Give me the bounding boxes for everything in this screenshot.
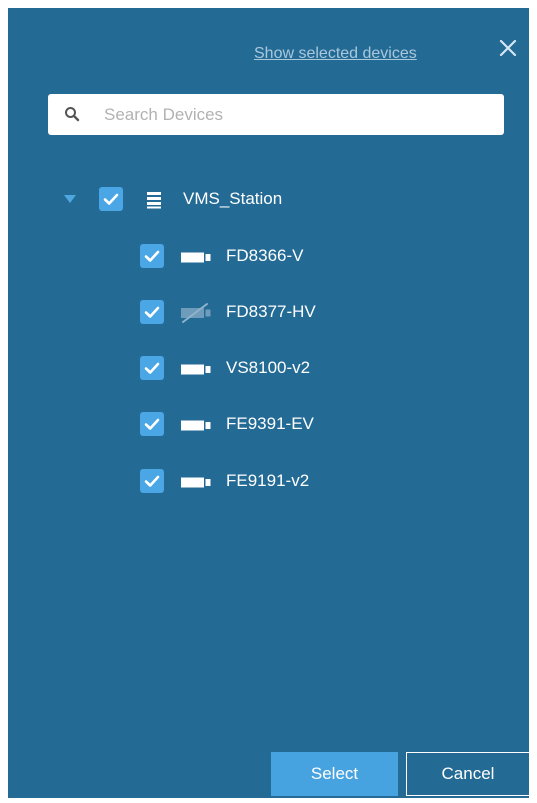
device-checkbox[interactable] bbox=[140, 244, 164, 268]
device-row[interactable]: VS8100-v2 bbox=[0, 355, 537, 381]
camera-disconnected-icon bbox=[181, 302, 213, 329]
show-selected-devices-link[interactable]: Show selected devices bbox=[254, 45, 417, 63]
check-icon bbox=[144, 475, 160, 487]
device-label[interactable]: FD8366-V bbox=[226, 244, 303, 268]
device-label[interactable]: FE9191-v2 bbox=[226, 469, 309, 493]
device-checkbox[interactable] bbox=[140, 300, 164, 324]
device-checkbox[interactable] bbox=[140, 356, 164, 380]
root-checkbox[interactable] bbox=[99, 187, 123, 211]
check-icon bbox=[144, 306, 160, 318]
check-icon bbox=[144, 250, 160, 262]
check-icon bbox=[144, 362, 160, 374]
camera-icon bbox=[181, 363, 213, 381]
device-label[interactable]: FD8377-HV bbox=[226, 300, 316, 324]
search-box bbox=[48, 94, 504, 135]
device-row[interactable]: FD8377-HV bbox=[0, 299, 537, 325]
select-button[interactable]: Select bbox=[271, 752, 398, 796]
camera-icon bbox=[181, 476, 213, 494]
camera-icon bbox=[181, 419, 213, 437]
expand-arrow-icon[interactable] bbox=[64, 195, 76, 203]
search-icon bbox=[64, 106, 80, 122]
check-icon bbox=[103, 193, 119, 205]
device-checkbox[interactable] bbox=[140, 412, 164, 436]
close-icon[interactable] bbox=[496, 36, 520, 60]
server-icon bbox=[146, 191, 162, 214]
device-checkbox[interactable] bbox=[140, 469, 164, 493]
device-row[interactable]: FE9391-EV bbox=[0, 411, 537, 437]
camera-icon bbox=[181, 251, 213, 269]
search-input[interactable] bbox=[104, 94, 484, 135]
check-icon bbox=[144, 418, 160, 430]
device-row[interactable]: FE9191-v2 bbox=[0, 468, 537, 494]
device-row[interactable]: FD8366-V bbox=[0, 243, 537, 269]
tree-root-row[interactable]: VMS_Station bbox=[0, 186, 537, 212]
root-label[interactable]: VMS_Station bbox=[183, 187, 282, 211]
device-label[interactable]: VS8100-v2 bbox=[226, 356, 310, 380]
cancel-button[interactable]: Cancel bbox=[406, 752, 530, 796]
device-label[interactable]: FE9391-EV bbox=[226, 412, 314, 436]
